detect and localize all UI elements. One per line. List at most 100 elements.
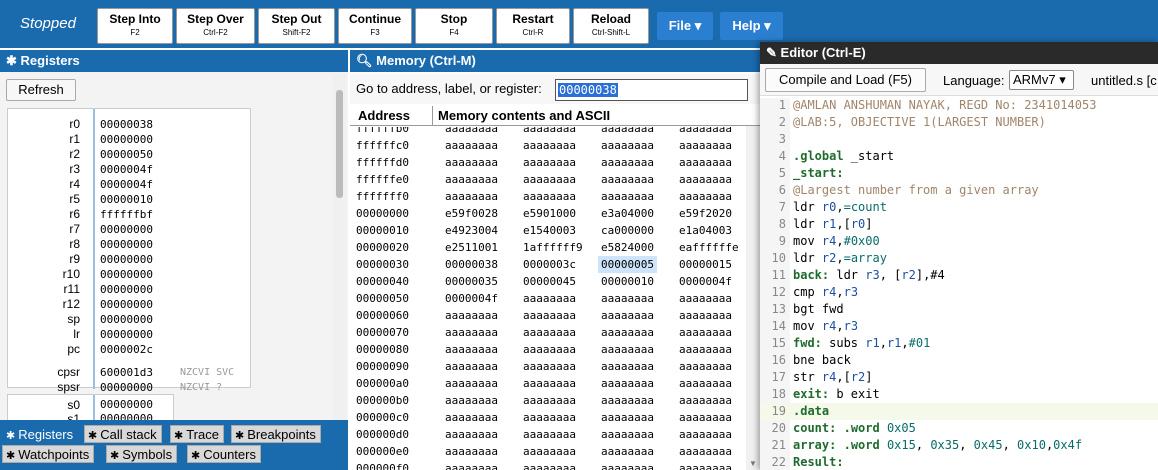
memory-word[interactable]: aaaaaaaa <box>676 460 735 470</box>
memory-word[interactable]: eaffffffe <box>676 239 742 256</box>
register-value[interactable]: 00000000 <box>100 222 153 237</box>
tab-trace[interactable]: ✱ Trace <box>170 425 224 443</box>
goto-input[interactable]: 00000038 <box>555 79 748 101</box>
register-value[interactable]: ffffffbf <box>100 207 153 222</box>
code-line[interactable]: 15 fwd: subs r1,r1,#01 <box>760 335 1158 352</box>
memory-word[interactable]: aaaaaaaa <box>520 188 579 205</box>
register-value[interactable]: 00000000 <box>100 312 153 327</box>
registers-scrollbar[interactable] <box>333 74 346 424</box>
code-line[interactable]: 10 ldr r2,=array <box>760 250 1158 267</box>
memory-word[interactable]: aaaaaaaa <box>442 375 501 392</box>
code-line[interactable]: 9 mov r4,#0x00 <box>760 233 1158 250</box>
memory-word[interactable]: e59f0028 <box>442 205 501 222</box>
register-value[interactable]: 00000000 <box>100 237 153 252</box>
memory-word[interactable]: aaaaaaaa <box>676 290 735 307</box>
memory-word[interactable]: aaaaaaaa <box>520 171 579 188</box>
memory-word[interactable]: aaaaaaaa <box>676 171 735 188</box>
memory-word[interactable]: aaaaaaaa <box>520 375 579 392</box>
code-line[interactable]: 14 mov r4,r3 <box>760 318 1158 335</box>
code-line[interactable]: 17 str r4,[r2] <box>760 369 1158 386</box>
memory-word[interactable]: aaaaaaaa <box>520 307 579 324</box>
memory-word[interactable]: aaaaaaaa <box>442 171 501 188</box>
memory-word[interactable]: aaaaaaaa <box>442 307 501 324</box>
memory-word[interactable]: 00000035 <box>442 273 501 290</box>
register-value[interactable]: 00000000 <box>100 282 153 297</box>
memory-word[interactable]: 00000045 <box>520 273 579 290</box>
memory-word[interactable]: aaaaaaaa <box>520 460 579 470</box>
tab-call-stack[interactable]: ✱ Call stack <box>84 425 162 443</box>
code-line[interactable]: 16 bne back <box>760 352 1158 369</box>
memory-word[interactable]: aaaaaaaa <box>442 324 501 341</box>
memory-word[interactable]: 00000005 <box>598 256 657 273</box>
memory-word[interactable]: aaaaaaaa <box>520 426 579 443</box>
restart-button[interactable]: Restart Ctrl-R <box>496 8 570 44</box>
tab-breakpoints[interactable]: ✱ Breakpoints <box>231 425 321 443</box>
memory-word[interactable]: aaaaaaaa <box>598 137 657 154</box>
memory-word[interactable]: aaaaaaaa <box>442 154 501 171</box>
scroll-down-icon[interactable]: ▼ <box>749 459 757 468</box>
memory-word[interactable]: aaaaaaaa <box>520 409 579 426</box>
code-area[interactable]: 1 @AMLAN ANSHUMAN NAYAK, REGD No: 2341014… <box>760 98 1158 470</box>
memory-word[interactable]: 0000004f <box>442 290 501 307</box>
register-value[interactable]: 00000000 <box>100 327 153 342</box>
memory-word[interactable]: aaaaaaaa <box>520 324 579 341</box>
register-value[interactable]: 00000000 <box>100 252 153 267</box>
memory-word[interactable]: aaaaaaaa <box>676 341 735 358</box>
memory-word[interactable]: e1540003 <box>520 222 579 239</box>
memory-word[interactable]: aaaaaaaa <box>676 188 735 205</box>
memory-word[interactable]: aaaaaaaa <box>520 358 579 375</box>
memory-word[interactable]: aaaaaaaa <box>676 409 735 426</box>
tab-counters[interactable]: ✱ Counters <box>187 445 261 463</box>
tab-symbols[interactable]: ✱ Symbols <box>106 445 178 463</box>
reload-button[interactable]: Reload Ctrl-Shift-L <box>573 8 649 44</box>
memory-scrollbar[interactable]: ▼ <box>746 126 760 470</box>
memory-word[interactable]: 1affffff9 <box>520 239 586 256</box>
memory-word[interactable]: aaaaaaaa <box>598 290 657 307</box>
register-value[interactable]: 00000000 <box>100 132 153 147</box>
memory-word[interactable]: aaaaaaaa <box>442 443 501 460</box>
register-value[interactable]: 00000000 <box>100 380 153 395</box>
memory-word[interactable]: aaaaaaaa <box>598 426 657 443</box>
memory-word[interactable]: aaaaaaaa <box>442 188 501 205</box>
memory-word[interactable]: 0000003c <box>520 256 579 273</box>
memory-word[interactable]: aaaaaaaa <box>598 375 657 392</box>
memory-word[interactable]: aaaaaaaa <box>676 358 735 375</box>
memory-word[interactable]: 00000038 <box>442 256 501 273</box>
memory-word[interactable]: aaaaaaaa <box>442 341 501 358</box>
code-line[interactable]: 12 cmp r4,r3 <box>760 284 1158 301</box>
code-line[interactable]: 19 .data <box>760 403 1158 420</box>
register-value[interactable]: 0000004f <box>100 177 153 192</box>
memory-word[interactable]: aaaaaaaa <box>676 426 735 443</box>
register-value[interactable]: 0000004f <box>100 162 153 177</box>
code-line[interactable]: 18 exit: b exit <box>760 386 1158 403</box>
code-line[interactable]: 6 @Largest number from a given array <box>760 182 1158 199</box>
register-value[interactable]: 00000050 <box>100 147 153 162</box>
memory-word[interactable]: aaaaaaaa <box>598 154 657 171</box>
memory-word[interactable]: aaaaaaaa <box>676 375 735 392</box>
register-value[interactable]: 0000002c <box>100 342 153 357</box>
memory-word[interactable]: e59f2020 <box>676 205 735 222</box>
code-line[interactable]: 2 @LAB:5, OBJECTIVE 1(LARGEST NUMBER) <box>760 114 1158 131</box>
memory-word[interactable]: aaaaaaaa <box>598 409 657 426</box>
memory-word[interactable]: aaaaaaaa <box>442 409 501 426</box>
memory-word[interactable]: aaaaaaaa <box>598 171 657 188</box>
register-value[interactable]: 00000038 <box>100 117 153 132</box>
memory-word[interactable]: aaaaaaaa <box>520 127 579 137</box>
file-menu-button[interactable]: File ▾ <box>657 12 713 40</box>
memory-word[interactable]: aaaaaaaa <box>598 188 657 205</box>
memory-word[interactable]: aaaaaaaa <box>676 443 735 460</box>
memory-word[interactable]: aaaaaaaa <box>676 127 735 137</box>
memory-word[interactable]: e3a04000 <box>598 205 657 222</box>
memory-word[interactable]: aaaaaaaa <box>598 443 657 460</box>
register-value[interactable]: 00000000 <box>100 398 153 412</box>
memory-word[interactable]: aaaaaaaa <box>676 324 735 341</box>
memory-word[interactable]: aaaaaaaa <box>598 341 657 358</box>
memory-word[interactable]: e5901000 <box>520 205 579 222</box>
stop-button[interactable]: Stop F4 <box>415 8 493 44</box>
memory-word[interactable]: 0000004f <box>676 273 735 290</box>
code-line[interactable]: 7 ldr r0,=count <box>760 199 1158 216</box>
register-value[interactable]: 00000000 <box>100 297 153 312</box>
code-line[interactable]: 22 Result: <box>760 454 1158 470</box>
memory-word[interactable]: aaaaaaaa <box>520 392 579 409</box>
memory-word[interactable]: aaaaaaaa <box>520 154 579 171</box>
